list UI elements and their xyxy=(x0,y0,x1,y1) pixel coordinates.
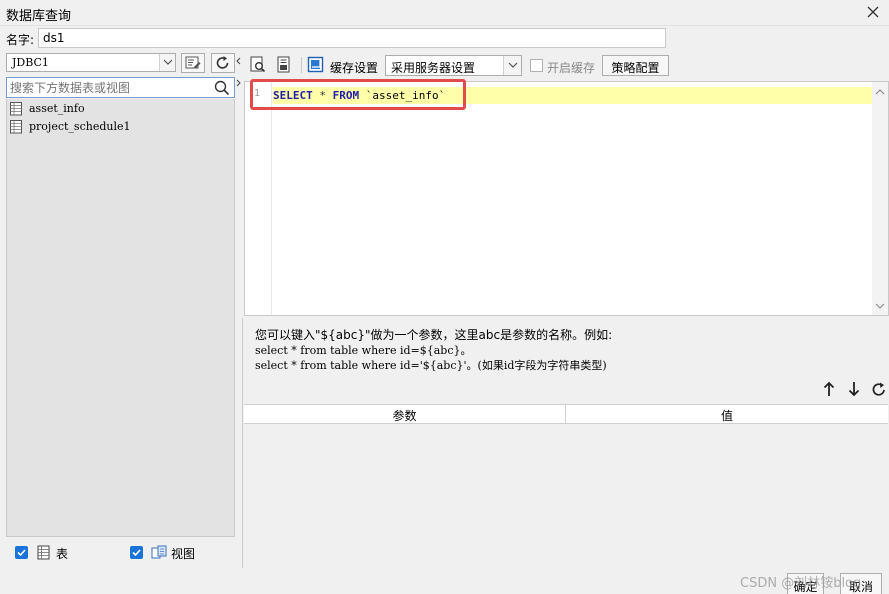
connection-select[interactable]: JDBC1 xyxy=(6,53,176,72)
table-list: asset_info project_schedule1 xyxy=(6,99,235,537)
list-item[interactable]: asset_info xyxy=(10,101,210,118)
hint-example-line: select * from table where id=${abc}。 xyxy=(255,344,472,357)
filter-checks: 表 视图 xyxy=(6,542,235,566)
name-input[interactable] xyxy=(38,28,666,48)
name-row: 名字: xyxy=(0,27,889,49)
export-icon[interactable] xyxy=(275,56,293,74)
toolbar-divider xyxy=(301,57,302,73)
line-gutter: 1 xyxy=(245,82,272,315)
parameter-table: 参数 值 xyxy=(244,404,888,568)
refresh-icon[interactable] xyxy=(871,380,887,401)
table-icon xyxy=(10,102,23,119)
sql-editor[interactable]: 1 SELECT * FROM `asset_info` xyxy=(244,79,889,316)
divider xyxy=(242,318,243,568)
cache-mode-value: 采用服务器设置 xyxy=(391,61,476,75)
param-column-header[interactable]: 参数 xyxy=(244,405,566,424)
query-toolbar: 缓存设置 采用服务器设置 开启缓存 策略配置 xyxy=(244,53,889,79)
title-bar: 数据库查询 xyxy=(0,0,889,26)
table-name: asset_info xyxy=(29,102,85,115)
connection-value: JDBC1 xyxy=(12,56,49,69)
preview-icon[interactable] xyxy=(249,56,267,74)
window-title: 数据库查询 xyxy=(6,9,72,24)
close-icon[interactable] xyxy=(863,2,883,22)
chevron-down-icon xyxy=(159,54,175,71)
hint-example-line: select * from table where id='${abc}'。(如… xyxy=(255,359,607,372)
cache-settings-icon[interactable] xyxy=(307,56,325,74)
move-down-icon[interactable] xyxy=(847,380,861,401)
list-item[interactable]: project_schedule1 xyxy=(10,119,210,136)
show-tables-label: 表 xyxy=(56,547,69,561)
chevron-down-icon xyxy=(503,56,521,75)
left-panel: JDBC1 asset_info project_schedule1 xyxy=(0,50,241,570)
cache-mode-select[interactable]: 采用服务器设置 xyxy=(385,55,522,76)
search-icon[interactable] xyxy=(214,80,230,99)
table-name: project_schedule1 xyxy=(29,120,131,133)
hint-line: 您可以键入"${abc}"做为一个参数，这里abc是参数的名称。例如: xyxy=(255,328,613,342)
show-views-checkbox[interactable] xyxy=(130,546,143,559)
value-column-header[interactable]: 值 xyxy=(566,405,888,424)
parameter-hint: 您可以键入"${abc}"做为一个参数，这里abc是参数的名称。例如: sele… xyxy=(255,328,875,373)
watermark: CSDN @刘林铵blog xyxy=(740,576,862,591)
move-up-icon[interactable] xyxy=(822,380,836,401)
search-input[interactable] xyxy=(10,79,210,96)
show-tables-checkbox[interactable] xyxy=(15,546,28,559)
highlight-annotation-box xyxy=(250,79,466,110)
enable-cache-checkbox[interactable] xyxy=(530,59,543,72)
name-label: 名字: xyxy=(6,33,35,47)
show-views-label: 视图 xyxy=(171,547,196,561)
editor-scrollbar[interactable] xyxy=(872,82,888,315)
collapse-handle[interactable] xyxy=(236,52,241,92)
table-icon xyxy=(37,545,51,564)
strategy-config-button[interactable]: 策略配置 xyxy=(602,55,669,76)
table-icon xyxy=(10,120,23,137)
cache-settings-label[interactable]: 缓存设置 xyxy=(330,59,378,76)
table-search[interactable] xyxy=(6,77,235,98)
enable-cache-label: 开启缓存 xyxy=(547,61,596,75)
edit-connection-button[interactable] xyxy=(181,53,205,73)
view-icon xyxy=(151,545,168,564)
refresh-button[interactable] xyxy=(211,53,235,73)
param-actions xyxy=(820,380,889,400)
